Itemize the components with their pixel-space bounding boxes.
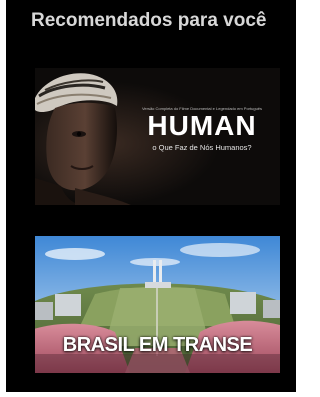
card-tagline: o Que Faz de Nós Humanos? — [152, 143, 252, 152]
section-title: Recomendados para você — [31, 10, 267, 31]
card-title: HUMAN — [147, 110, 257, 141]
recommendations-panel: Recomendados para você Versão Completa d… — [6, 0, 296, 392]
video-card-brasil-em-transe[interactable]: BRASIL EM TRANSE — [35, 236, 280, 373]
card-title: BRASIL EM TRANSE — [62, 334, 253, 356]
video-card-human[interactable]: Versão Completa do Filme Documental e Le… — [35, 68, 280, 205]
